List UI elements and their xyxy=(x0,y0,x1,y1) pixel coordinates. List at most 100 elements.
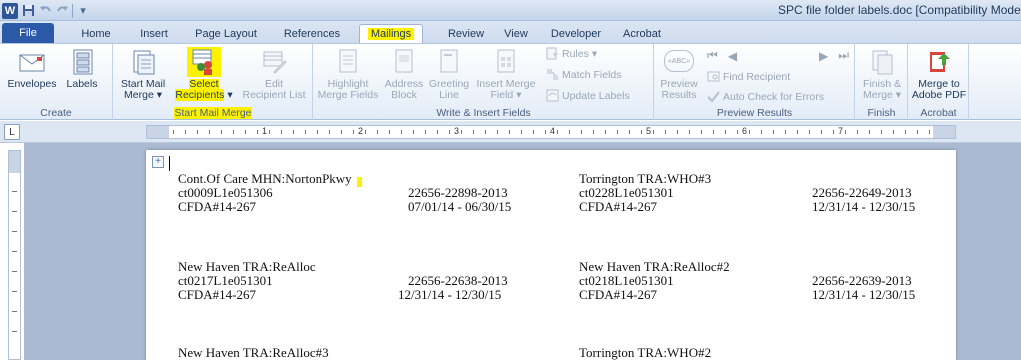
ruler-tick xyxy=(581,130,582,134)
label-cfda: CFDA#14-267 xyxy=(579,199,658,214)
tab-references[interactable]: References xyxy=(280,24,344,43)
label-cfda-row: CFDA#14-267 07/01/14 - 06/30/15 xyxy=(178,200,528,214)
ruler-tick xyxy=(869,130,870,134)
table-move-handle[interactable]: + xyxy=(152,156,164,168)
insert-merge-field-button[interactable]: Insert Merge Field ▾ xyxy=(472,47,540,101)
highlight-merge-fields-button[interactable]: Highlight Merge Fields xyxy=(316,47,380,101)
ruler-tick xyxy=(701,130,702,134)
label-cell[interactable]: New Haven TRA:ReAlloc ct0217L1e051301 22… xyxy=(178,260,528,302)
label-date-range: 12/31/14 - 12/30/15 xyxy=(812,199,916,214)
match-fields-icon xyxy=(547,69,558,80)
tab-page-layout[interactable]: Page Layout xyxy=(190,24,262,43)
ruler-tick xyxy=(293,130,294,134)
redo-icon[interactable] xyxy=(55,4,69,18)
ruler-tick xyxy=(413,130,414,134)
start-mail-merge-button[interactable]: Start Mail Merge ▾ xyxy=(116,47,170,101)
preview-results-button[interactable]: «ABC» Preview Results xyxy=(657,47,701,101)
ruler-tick xyxy=(629,130,630,134)
customize-icon[interactable]: ▾ xyxy=(76,4,90,18)
previous-record-icon[interactable]: ◀ xyxy=(728,49,737,63)
label-name: New Haven TRA:ReAlloc xyxy=(178,259,316,274)
start-mail-merge-line2-text: Merge xyxy=(124,89,154,101)
vertical-ruler[interactable] xyxy=(8,150,21,360)
tab-home[interactable]: Home xyxy=(76,24,116,43)
vertical-ruler-top-margin xyxy=(9,151,20,173)
preview-results-icon: «ABC» xyxy=(664,47,694,77)
ruler-tick xyxy=(773,130,774,134)
tab-acrobat[interactable]: Acrobat xyxy=(618,24,666,43)
label-cfda: CFDA#14-267 xyxy=(178,287,257,302)
ruler-tick xyxy=(257,130,258,134)
label-name: New Haven TRA:ReAlloc#3 xyxy=(178,345,329,360)
select-recipients-button[interactable]: Select Recipients ▾ xyxy=(172,47,236,101)
edit-recipient-list-button[interactable]: Edit Recipient List xyxy=(238,47,310,101)
group-acrobat-label: Acrobat xyxy=(920,107,957,119)
rules-button[interactable]: Rules ▾ xyxy=(546,47,597,60)
label-code-row: ct0228L1e051301 22656-22649-2013 xyxy=(579,186,939,200)
finish-merge-button[interactable]: Finish & Merge ▾ xyxy=(858,47,906,101)
greeting-line-button[interactable]: Greeting Line xyxy=(426,47,472,101)
first-record-icon[interactable]: ⏮ xyxy=(707,48,718,63)
tab-view[interactable]: View xyxy=(500,24,532,43)
undo-icon[interactable] xyxy=(38,4,52,18)
group-start-mail-merge-label: Start Mail Merge xyxy=(114,107,312,119)
insert-merge-field-icon xyxy=(491,47,521,77)
update-labels-button[interactable]: Update Labels xyxy=(546,89,630,102)
ruler-tick xyxy=(881,130,882,134)
highlight-mark xyxy=(357,177,362,187)
labels-button[interactable]: Labels xyxy=(60,47,104,90)
highlight-merge-fields-icon xyxy=(333,47,363,77)
labels-label: Labels xyxy=(66,78,98,90)
envelopes-button[interactable]: Envelopes xyxy=(6,47,58,90)
ruler-number: 1 xyxy=(262,126,268,136)
label-cell[interactable]: Torrington TRA:WHO#2 xyxy=(579,346,939,360)
save-icon[interactable] xyxy=(21,4,35,18)
label-date-range: 12/31/14 - 12/30/15 xyxy=(812,287,916,302)
match-fields-button[interactable]: Match Fields xyxy=(546,68,622,81)
label-grant-number: 22656-22639-2013 xyxy=(812,273,912,288)
merge-to-adobe-pdf-button[interactable]: Merge to Adobe PDF xyxy=(911,47,967,101)
start-mail-merge-line2: Merge ▾ xyxy=(124,89,162,101)
ruler-tick xyxy=(341,130,342,134)
ruler-tick xyxy=(449,130,450,134)
find-recipient-button[interactable]: Find Recipient xyxy=(707,70,790,83)
next-record-icon[interactable]: ▶ xyxy=(819,49,828,63)
ribbon-tabs: File Home Insert Page Layout References … xyxy=(0,21,1021,43)
label-cell[interactable]: Cont.Of Care MHN:NortonPkwy ct0009L1e051… xyxy=(178,172,528,214)
address-block-button[interactable]: Address Block xyxy=(382,47,426,101)
auto-check-errors-button[interactable]: Auto Check for Errors xyxy=(707,90,824,103)
tab-review[interactable]: Review xyxy=(446,24,486,43)
label-name: Torrington TRA:WHO#3 xyxy=(579,171,712,186)
label-code: ct0218L1e051301 xyxy=(579,273,674,288)
label-cfda: CFDA#14-267 xyxy=(178,199,257,214)
last-record-icon[interactable]: ⏭ xyxy=(838,48,849,63)
greeting-line2: Line xyxy=(439,89,459,101)
ruler-tick xyxy=(209,130,210,134)
tab-file[interactable]: File xyxy=(2,23,54,43)
match-fields-label: Match Fields xyxy=(562,68,622,81)
find-recipient-label: Find Recipient xyxy=(723,70,791,83)
ruler-tick xyxy=(605,130,606,134)
label-cfda: CFDA#14-267 xyxy=(579,287,658,302)
tab-mailings[interactable]: Mailings xyxy=(359,24,423,43)
ruler-tick xyxy=(749,130,750,134)
ruler-tick xyxy=(917,130,918,134)
label-name: Torrington TRA:WHO#2 xyxy=(579,345,712,360)
label-cell[interactable]: Torrington TRA:WHO#3 ct0228L1e051301 226… xyxy=(579,172,939,214)
word-app-icon[interactable]: W xyxy=(2,2,18,19)
ruler-left-margin xyxy=(147,126,169,138)
finish-line2: Merge ▾ xyxy=(863,89,901,101)
ruler-tick xyxy=(377,130,378,134)
label-cell[interactable]: New Haven TRA:ReAlloc#3 xyxy=(178,346,528,360)
preview-line2: Results xyxy=(661,89,697,101)
label-cell[interactable]: New Haven TRA:ReAlloc#2 ct0218L1e051301 … xyxy=(579,260,939,302)
ruler-tick xyxy=(665,130,666,134)
tab-developer[interactable]: Developer xyxy=(548,24,604,43)
envelope-icon xyxy=(17,47,47,77)
ruler-tick xyxy=(401,130,402,134)
ruler-tick xyxy=(653,130,654,134)
tab-selector[interactable]: L xyxy=(4,124,20,140)
adobe-pdf-icon xyxy=(924,47,954,77)
tab-insert[interactable]: Insert xyxy=(134,24,174,43)
horizontal-ruler[interactable]: 1 2 3 4 5 6 7 xyxy=(146,125,956,139)
